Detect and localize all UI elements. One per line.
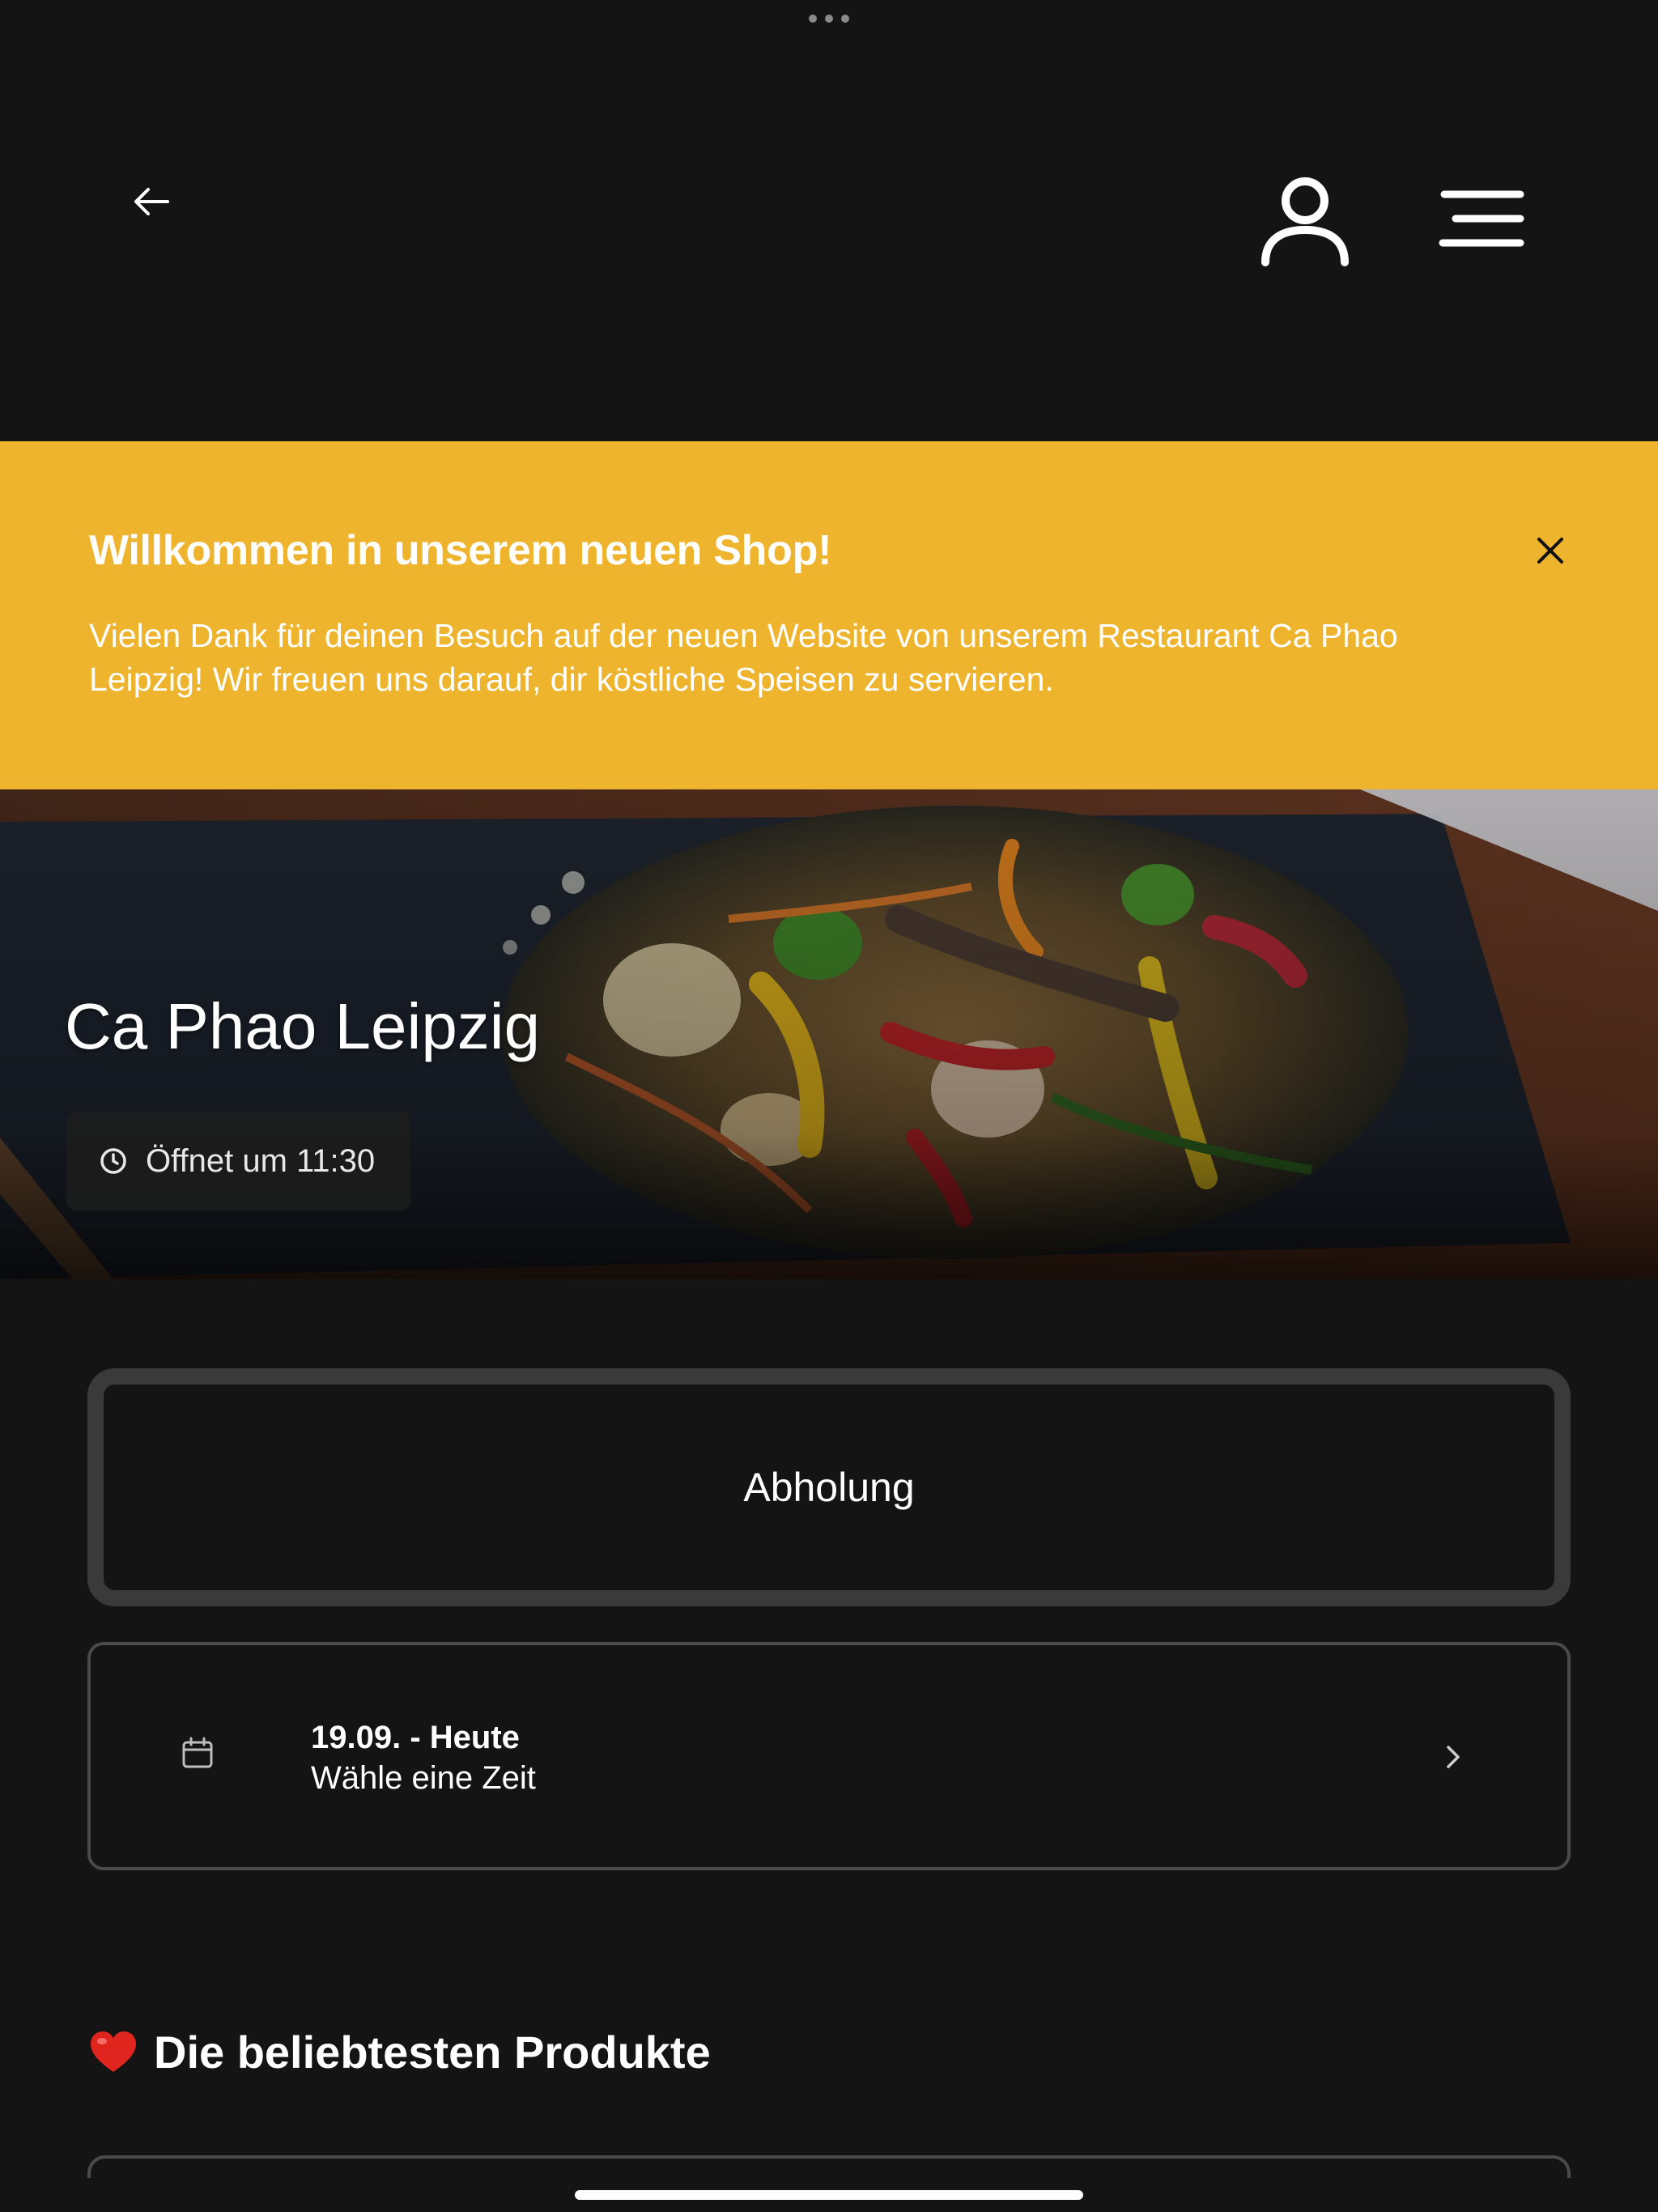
page: Willkommen in unserem neuen Shop! Vielen… [0, 0, 1658, 2212]
menu-button[interactable] [1436, 188, 1527, 249]
pickup-label: Abholung [743, 1465, 915, 1510]
clock-icon [100, 1148, 126, 1174]
close-icon [1537, 538, 1563, 564]
dot [841, 15, 849, 23]
arrow-left-icon [134, 188, 169, 215]
pickup-option-button[interactable]: Abholung [87, 1368, 1571, 1606]
back-button[interactable] [130, 180, 173, 223]
heart-icon [91, 2031, 136, 2072]
dot [825, 15, 833, 23]
banner-close-button[interactable] [1530, 530, 1571, 571]
selected-date: 19.09. - Heute [311, 1720, 520, 1755]
popular-products-title: Die beliebtesten Produkte [154, 2027, 711, 2078]
user-icon [1261, 177, 1349, 266]
dot [809, 15, 817, 23]
app-header [0, 0, 1658, 441]
multitasking-dots[interactable] [809, 13, 849, 24]
account-button[interactable] [1259, 172, 1351, 269]
popular-products-heading: Die beliebtesten Produkte [89, 2026, 711, 2078]
time-prompt: Wähle eine Zeit [311, 1760, 536, 1796]
home-indicator[interactable] [575, 2190, 1083, 2200]
restaurant-name: Ca Phao Leipzig [65, 990, 541, 1062]
opening-status-text: Öffnet um 11:30 [146, 1142, 376, 1179]
pickup-time-selector[interactable]: 19.09. - Heute Wähle eine Zeit [87, 1642, 1571, 1870]
hamburger-menu-icon [1439, 190, 1524, 247]
chevron-right-icon [1447, 1746, 1460, 1768]
opening-status-badge: Öffnet um 11:30 [66, 1112, 410, 1210]
calendar-icon [182, 1737, 213, 1768]
banner-title: Willkommen in unserem neuen Shop! [89, 527, 832, 574]
banner-text: Vielen Dank für deinen Besuch auf der ne… [89, 617, 1398, 698]
